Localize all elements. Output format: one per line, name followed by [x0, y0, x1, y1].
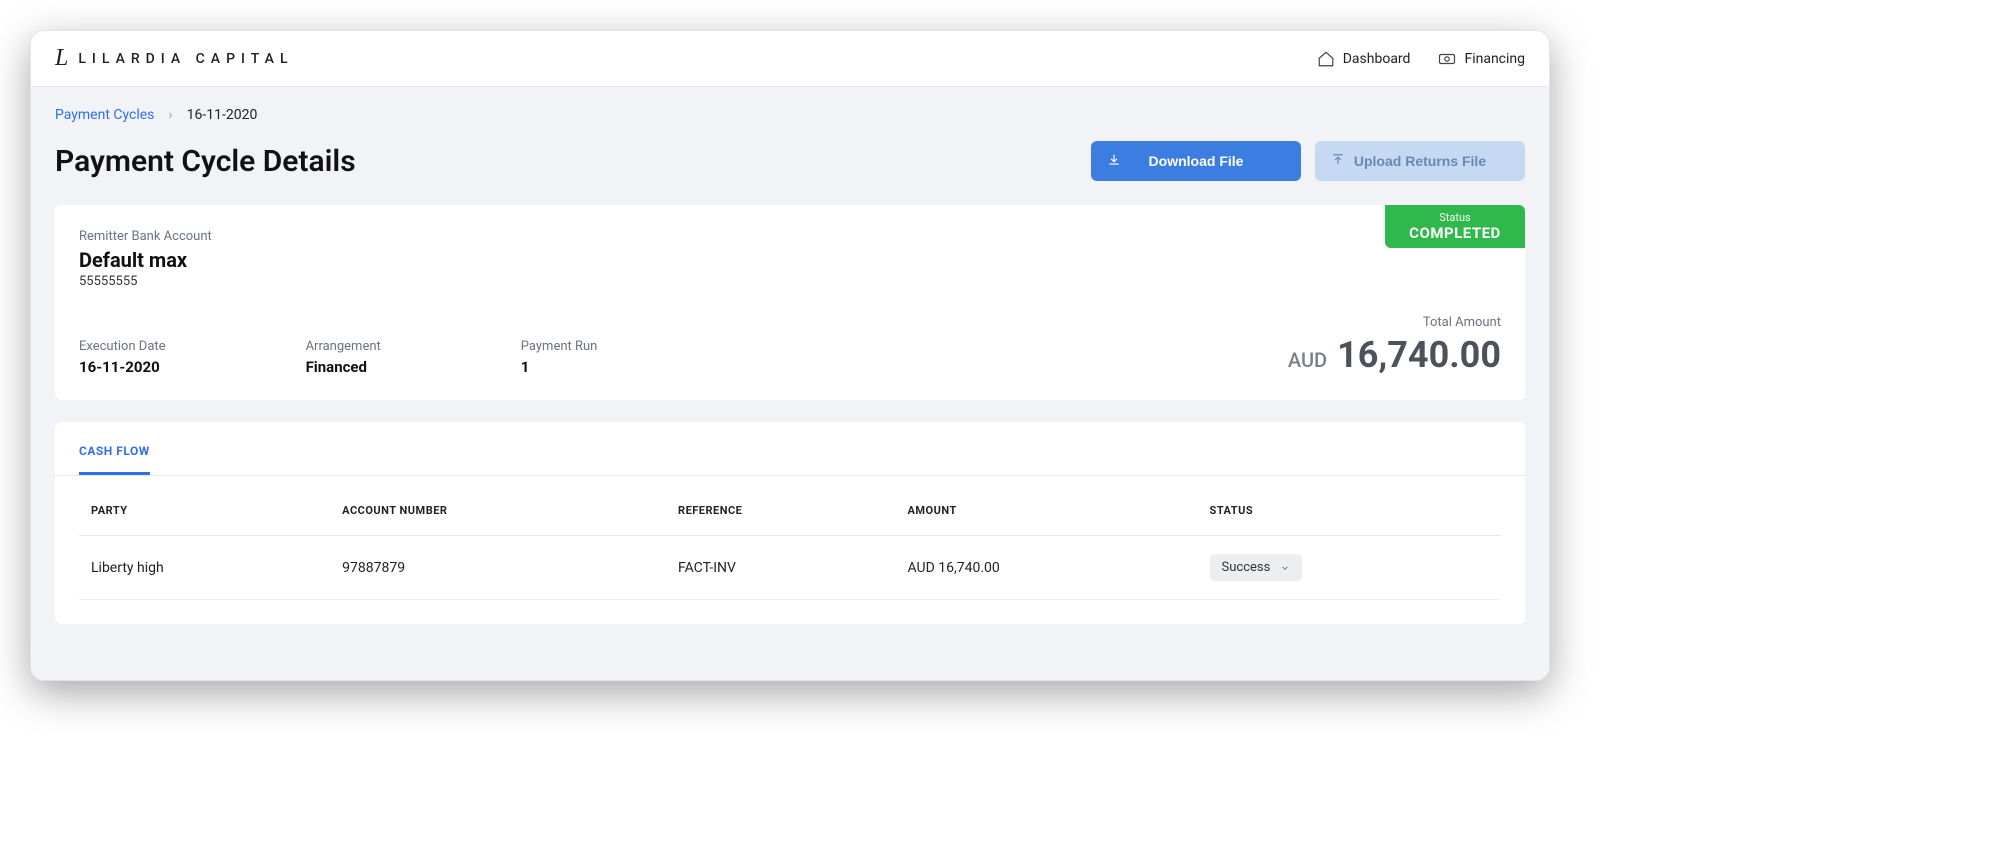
cell-account-number: 97887879 — [330, 536, 666, 600]
summary-left: Execution Date 16-11-2020 Arrangement Fi… — [79, 339, 597, 376]
tab-cash-flow[interactable]: CASH FLOW — [79, 444, 150, 475]
remitter-block: Remitter Bank Account Default max 555555… — [79, 229, 1501, 289]
upload-returns-label: Upload Returns File — [1354, 153, 1486, 169]
cashflow-card: CASH FLOW PARTY ACCOUNT NUMBER REFERENCE… — [55, 422, 1525, 624]
topnav: Dashboard Financing — [1317, 50, 1525, 68]
status-badge: Status COMPLETED — [1385, 205, 1525, 248]
breadcrumb-current: 16-11-2020 — [187, 107, 258, 123]
summary-card: Status COMPLETED Remitter Bank Account D… — [55, 205, 1525, 400]
table-header-row: PARTY ACCOUNT NUMBER REFERENCE AMOUNT ST… — [79, 486, 1501, 536]
col-amount: AMOUNT — [896, 486, 1198, 536]
execution-date-value: 16-11-2020 — [79, 358, 166, 376]
action-buttons: Download File Upload Returns File — [1091, 141, 1525, 181]
col-account-number: ACCOUNT NUMBER — [330, 486, 666, 536]
arrangement-value: Financed — [306, 358, 381, 376]
cell-amount: AUD 16,740.00 — [896, 536, 1198, 600]
nav-financing[interactable]: Financing — [1438, 50, 1525, 68]
payment-run-value: 1 — [521, 358, 598, 376]
app-window: L LILARDIA CAPITAL Dashboard Financing P… — [30, 30, 1550, 681]
total-amount-value: 16,740.00 — [1337, 334, 1501, 376]
cashflow-table: PARTY ACCOUNT NUMBER REFERENCE AMOUNT ST… — [79, 486, 1501, 600]
col-party: PARTY — [79, 486, 330, 536]
breadcrumb: Payment Cycles › 16-11-2020 — [55, 107, 1525, 123]
tabs: CASH FLOW — [55, 422, 1525, 476]
table-row: Liberty high 97887879 FACT-INV AUD 16,74… — [79, 536, 1501, 600]
nav-dashboard[interactable]: Dashboard — [1317, 50, 1411, 68]
remitter-account: 55555555 — [79, 274, 1501, 289]
row-status-label: Success — [1222, 560, 1271, 575]
content: Payment Cycles › 16-11-2020 Payment Cycl… — [31, 87, 1549, 680]
row-status-dropdown[interactable]: Success — [1210, 554, 1303, 581]
nav-financing-label: Financing — [1464, 51, 1525, 67]
money-icon — [1438, 50, 1456, 68]
cell-reference: FACT-INV — [666, 536, 895, 600]
brand-name: LILARDIA CAPITAL — [78, 51, 293, 67]
total-amount-label: Total Amount — [1288, 315, 1501, 330]
remitter-name: Default max — [79, 248, 1501, 272]
arrangement-field: Arrangement Financed — [306, 339, 381, 376]
cell-party: Liberty high — [79, 536, 330, 600]
table-wrap: PARTY ACCOUNT NUMBER REFERENCE AMOUNT ST… — [55, 476, 1525, 624]
total-currency: AUD — [1288, 348, 1327, 372]
download-file-label: Download File — [1149, 153, 1244, 169]
execution-date-field: Execution Date 16-11-2020 — [79, 339, 166, 376]
brand: L LILARDIA CAPITAL — [55, 45, 294, 72]
title-row: Payment Cycle Details Download File Uplo… — [55, 141, 1525, 181]
home-icon — [1317, 50, 1335, 68]
status-badge-label: Status — [1407, 211, 1503, 224]
upload-icon — [1331, 153, 1345, 170]
download-file-button[interactable]: Download File — [1091, 141, 1301, 181]
upload-returns-button[interactable]: Upload Returns File — [1315, 141, 1525, 181]
chevron-right-icon: › — [168, 107, 172, 123]
total-amount-block: Total Amount AUD 16,740.00 — [1288, 315, 1501, 376]
topbar: L LILARDIA CAPITAL Dashboard Financing — [31, 31, 1549, 87]
download-icon — [1107, 153, 1121, 170]
arrangement-label: Arrangement — [306, 339, 381, 354]
breadcrumb-root[interactable]: Payment Cycles — [55, 107, 154, 123]
chevron-down-icon — [1280, 563, 1290, 573]
payment-run-label: Payment Run — [521, 339, 598, 354]
remitter-label: Remitter Bank Account — [79, 229, 1501, 244]
payment-run-field: Payment Run 1 — [521, 339, 598, 376]
col-status: STATUS — [1198, 486, 1501, 536]
page-title: Payment Cycle Details — [55, 144, 356, 179]
status-badge-value: COMPLETED — [1407, 224, 1503, 242]
execution-date-label: Execution Date — [79, 339, 166, 354]
col-reference: REFERENCE — [666, 486, 895, 536]
nav-dashboard-label: Dashboard — [1343, 51, 1411, 67]
summary-row: Execution Date 16-11-2020 Arrangement Fi… — [79, 315, 1501, 376]
brand-logo-icon: L — [55, 45, 68, 72]
